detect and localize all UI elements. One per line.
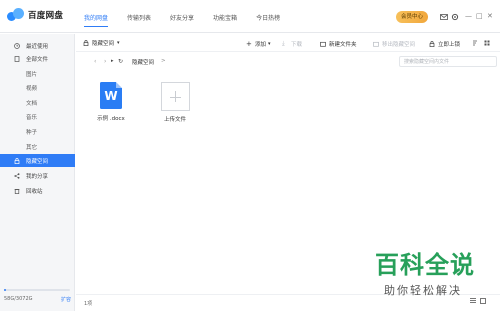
nav-tab-hot[interactable]: 今日热榜: [256, 13, 280, 22]
thumbnail-view-icon[interactable]: [480, 298, 486, 304]
move-out-button-label: 移出隐藏空间: [382, 42, 416, 48]
maximize-button[interactable]: □: [476, 12, 483, 20]
lock-icon: [429, 41, 435, 47]
sidebar-item-label: 隐藏空间: [26, 158, 49, 165]
cloud-logo-icon: [7, 8, 24, 21]
storage-quota-bar: [4, 289, 70, 291]
lock-icon: [83, 40, 89, 46]
upload-plus-icon: [160, 82, 190, 111]
sidebar-subitem-music[interactable]: 音乐: [26, 113, 37, 121]
hidden-space-dropdown[interactable]: 隐藏空间 ▾: [83, 39, 120, 47]
new-folder-button[interactable]: 新建文件夹: [320, 40, 357, 48]
share-icon: [14, 172, 20, 179]
vip-center-button[interactable]: 会员中心: [396, 11, 428, 23]
watermark-subtitle: 助你轻松解决: [384, 284, 462, 297]
plus-icon: +: [246, 40, 252, 48]
trash-icon: [14, 188, 20, 194]
forward-arrow-icon[interactable]: ›: [104, 58, 106, 65]
sidebar-subitem-images[interactable]: 图片: [26, 70, 37, 78]
sidebar-item-label: 全部文件: [26, 56, 49, 63]
sort-icon[interactable]: [472, 40, 478, 46]
download-button[interactable]: ⤓ 下载: [282, 40, 303, 49]
app-name: 百度网盘: [28, 10, 64, 21]
refresh-icon[interactable]: ↻: [118, 58, 123, 65]
expand-storage-link[interactable]: 扩容: [61, 296, 71, 303]
doc-letter: W: [104, 89, 118, 103]
search-input[interactable]: [399, 56, 497, 67]
gear-icon[interactable]: [451, 13, 459, 21]
back-arrow-icon[interactable]: ‹: [94, 58, 96, 65]
move-out-hidden-space-button[interactable]: 移出隐藏空间: [373, 40, 415, 48]
nav-tab-share[interactable]: 好友分享: [170, 13, 194, 22]
minimize-button[interactable]: —: [465, 12, 472, 20]
chevron-down-icon: ▾: [268, 41, 271, 47]
close-button[interactable]: ✕: [487, 12, 493, 20]
list-view-icon[interactable]: [470, 298, 476, 304]
breadcrumb-bar: ‹ › ▸ ↻ 隐藏空间 >: [76, 53, 500, 69]
download-icon: ⤓: [282, 40, 285, 47]
sidebar: 最近使用 全部文件 图片 视频 文档 音乐 种子 其它 隐藏空间 我的分享 回收…: [0, 34, 75, 311]
sidebar-subitem-docs[interactable]: 文档: [26, 99, 37, 107]
grid-view-icon[interactable]: [484, 40, 490, 46]
storage-quota-text: 58G/3072G: [4, 296, 33, 302]
nav-tab-transfer[interactable]: 传输列表: [127, 13, 151, 22]
sidebar-item-all-files[interactable]: 全部文件: [0, 52, 75, 65]
top-bar: 百度网盘 我的网盘 传输列表 好友分享 功能宝箱 今日热榜 会员中心 — □ ✕: [0, 0, 500, 33]
word-doc-icon: W: [100, 82, 122, 109]
file-icon: [14, 55, 20, 62]
sidebar-item-label: 回收站: [26, 188, 43, 195]
sidebar-item-label: 我的分享: [26, 173, 49, 180]
sidebar-item-label: 最近使用: [26, 43, 49, 50]
view-toggle: [470, 298, 486, 304]
lock-icon: [14, 157, 20, 164]
sidebar-subitem-videos[interactable]: 视频: [26, 84, 37, 92]
nav-tab-my-drive[interactable]: 我的网盘: [84, 13, 109, 27]
lock-now-button-label: 立即上锁: [438, 42, 461, 48]
app-logo: 百度网盘: [7, 8, 63, 21]
breadcrumb-separator: >: [161, 58, 166, 64]
sidebar-item-hidden-space[interactable]: 隐藏空间: [0, 154, 75, 167]
lock-now-button[interactable]: 立即上锁: [429, 40, 460, 48]
folder-add-icon: [320, 41, 326, 47]
dropdown-arrow-icon[interactable]: ▸: [111, 58, 114, 64]
sidebar-item-my-shares[interactable]: 我的分享: [0, 169, 75, 182]
watermark-title: 百科全说: [375, 251, 475, 279]
add-button[interactable]: + 添加 ▾: [246, 40, 271, 49]
file-item[interactable]: W 示例 .docx: [91, 82, 131, 122]
nav-tab-toolbox[interactable]: 功能宝箱: [213, 13, 237, 22]
chevron-down-icon: ▾: [117, 40, 120, 46]
toolbar-path-label: 隐藏空间: [92, 41, 115, 47]
move-out-icon: [373, 41, 379, 47]
breadcrumb[interactable]: 隐藏空间: [132, 58, 154, 66]
sidebar-item-recent[interactable]: 最近使用: [0, 39, 75, 52]
main-nav: 我的网盘 传输列表 好友分享 功能宝箱 今日热榜: [84, 13, 299, 27]
item-count: 1项: [84, 301, 93, 307]
toolbar: 隐藏空间 ▾ + 添加 ▾ ⤓ 下载 新建文件夹 移出隐藏空间 立即上锁: [76, 34, 500, 52]
upload-file-item[interactable]: 上传文件: [155, 82, 195, 123]
sidebar-item-recycle-bin[interactable]: 回收站: [0, 184, 75, 197]
add-button-label: 添加: [255, 42, 267, 48]
sidebar-subitem-torrents[interactable]: 种子: [26, 128, 37, 136]
mail-icon[interactable]: [440, 13, 448, 21]
upload-label: 上传文件: [163, 117, 186, 123]
download-button-label: 下载: [291, 42, 303, 48]
new-folder-button-label: 新建文件夹: [329, 42, 357, 48]
file-name: 示例 .docx: [97, 116, 125, 122]
sidebar-subitem-other[interactable]: 其它: [26, 143, 37, 151]
storage-quota-fill: [4, 289, 6, 291]
clock-icon: [14, 42, 20, 49]
